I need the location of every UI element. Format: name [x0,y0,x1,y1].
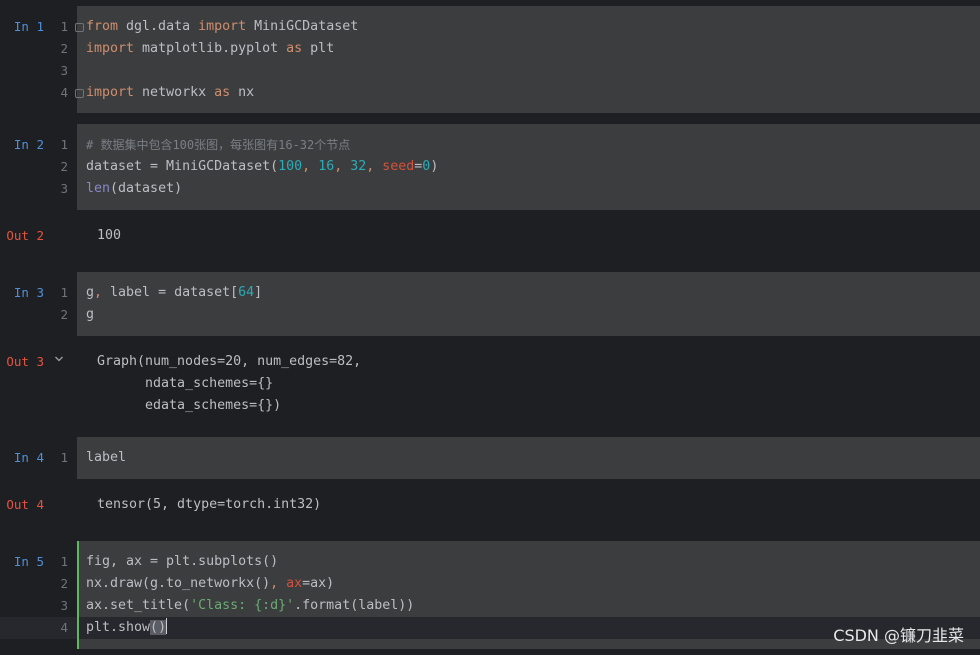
cell-4-out-label: Out 4 [6,497,44,512]
code-text: ) [430,159,439,174]
cell-output: edata_schemes={}) [97,398,282,413]
line-number: 2 [60,41,68,56]
text-cursor [166,618,168,634]
code-comment: # 数据集中包含100张图，每张图有16-32个节点 [86,138,351,152]
line-number: 1 [60,137,68,152]
cell-output: ndata_schemes={} [97,376,274,391]
code-text: g [86,307,95,322]
number-literal: 100 [278,159,303,174]
builtin-function: len [86,181,111,196]
watermark: CSDN @镰刀韭菜 [833,626,964,645]
code-line[interactable]: ax.set_title('Class: {:d}'.format(label)… [86,595,414,617]
keyword: import [86,85,135,100]
code-text: =ax) [302,576,335,591]
code-text: (dataset) [110,181,183,196]
code-text: networkx [134,85,215,100]
code-line[interactable]: dataset = MiniGCDataset(100, 16, 32, see… [86,156,438,178]
code-text: nx.draw(g.to_networkx() [86,576,271,591]
line-number: 2 [60,576,68,591]
code-text: ax.set_title( [86,598,191,613]
fold-marker-icon[interactable] [75,23,84,32]
code-text: MiniGCDataset [246,19,359,34]
code-line[interactable]: from dgl.data import MiniGCDataset [86,16,358,38]
punctuation: , [302,159,319,174]
keyword: from [86,19,119,34]
code-line[interactable]: g [86,304,94,326]
keyword: import [198,19,247,34]
punctuation: , [94,285,103,300]
number-literal: 16 [318,159,335,174]
line-number: 3 [60,63,68,78]
code-text: .format(label)) [294,598,415,613]
line-number: 4 [60,85,68,100]
line-number: 1 [60,450,68,465]
code-text: plt.show [86,620,151,635]
cell-output: 100 [97,228,122,243]
code-text: matplotlib.pyplot [134,41,287,56]
string-literal: 'Class: {:d}' [190,598,295,613]
code-line[interactable]: g, label = dataset[64] [86,282,262,304]
line-number: 1 [60,554,68,569]
number-literal: 32 [350,159,367,174]
code-text: ] [254,285,263,300]
line-number: 1 [60,19,68,34]
code-line[interactable]: plt.show() [86,617,168,639]
cell-3-in-label: In 3 [13,285,44,300]
code-line[interactable]: import networkx as nx [86,82,254,104]
number-literal: 64 [238,285,255,300]
punctuation: , [334,159,351,174]
code-line[interactable]: len(dataset) [86,178,182,200]
line-number: 4 [60,620,68,635]
code-line[interactable]: label [86,447,126,469]
code-text: label = dataset[ [102,285,239,300]
code-text: g [86,285,95,300]
code-text: dataset = MiniGCDataset( [86,159,279,174]
cell-5-in-label: In 5 [13,554,44,569]
keyword: as [214,85,231,100]
line-number: 2 [60,159,68,174]
cell-output: Graph(num_nodes=20, num_edges=82, [97,354,362,369]
cell-2-out-label: Out 2 [6,228,44,243]
fold-marker-icon[interactable] [75,89,84,98]
code-line[interactable]: fig, ax = plt.subplots() [86,551,278,573]
cell-2-in-label: In 2 [13,137,44,152]
code-text: dgl.data [118,19,199,34]
punctuation: , [270,576,287,591]
cell-4-in-label: In 4 [13,450,44,465]
keyword-argument: seed [382,159,415,174]
keyword: as [286,41,303,56]
matched-paren: ( [150,620,159,635]
cell-3-out-label: Out 3 [6,354,44,369]
line-number: 3 [60,598,68,613]
keyword-argument: ax [286,576,303,591]
punctuation: , [366,159,383,174]
line-number: 2 [60,307,68,322]
cell-1-in-label: In 1 [13,19,44,34]
cell-output: tensor(5, dtype=torch.int32) [97,497,322,512]
matched-paren: ) [158,620,167,635]
code-cell-4[interactable] [77,437,980,479]
code-text: fig, ax = plt.subplots() [86,554,279,569]
code-text: nx [230,85,255,100]
code-line[interactable]: # 数据集中包含100张图，每张图有16-32个节点 [86,134,350,157]
keyword: import [86,41,135,56]
chevron-down-icon-glyph [55,356,63,362]
notebook-editor: In 1 1 2 3 4 from dgl.data import MiniGC… [0,0,980,655]
code-line[interactable]: nx.draw(g.to_networkx(), ax=ax) [86,573,334,595]
line-number: 1 [60,285,68,300]
active-cell-indicator [77,541,79,649]
code-line[interactable]: import matplotlib.pyplot as plt [86,38,334,60]
code-text: label [86,450,127,465]
line-number: 3 [60,181,68,196]
chevron-down-icon[interactable] [54,350,64,372]
code-text: plt [302,41,335,56]
